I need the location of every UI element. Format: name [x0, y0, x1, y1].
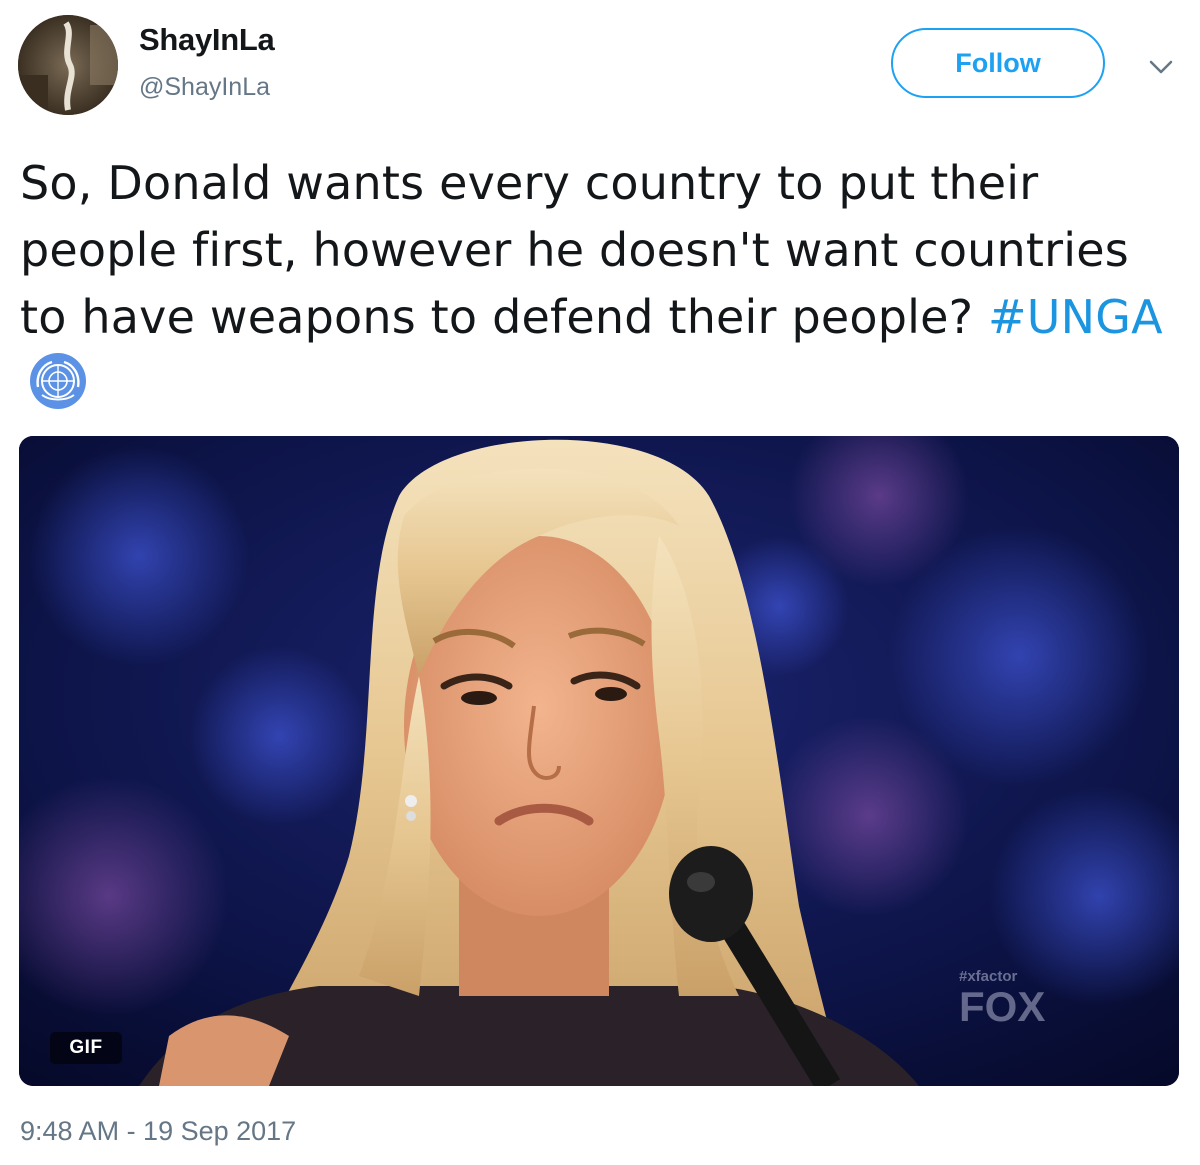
united-nations-flag-icon: [22, 351, 94, 429]
avatar-image: [18, 15, 118, 115]
follow-button[interactable]: Follow: [891, 28, 1105, 98]
tweet-text: So, Donald wants every country to put th…: [20, 150, 1180, 429]
tweet-card: ShayInLa @ShayInLa Follow So, Donald wan…: [0, 0, 1200, 1165]
user-handle[interactable]: @ShayInLa: [139, 73, 270, 102]
display-name[interactable]: ShayInLa: [139, 22, 275, 58]
tweet-timestamp[interactable]: 9:48 AM - 19 Sep 2017: [20, 1116, 296, 1147]
watermark-network: FOX: [959, 983, 1045, 1030]
gif-frame: #xfactor FOX: [19, 436, 1179, 1086]
hashtag-link[interactable]: #UNGA: [988, 290, 1163, 344]
chevron-down-icon[interactable]: [1146, 55, 1176, 79]
avatar[interactable]: [18, 15, 118, 115]
gif-badge: GIF: [50, 1032, 122, 1064]
tweet-body: So, Donald wants every country to put th…: [20, 156, 1129, 344]
tweet-media-gif[interactable]: #xfactor FOX GIF: [19, 436, 1179, 1086]
